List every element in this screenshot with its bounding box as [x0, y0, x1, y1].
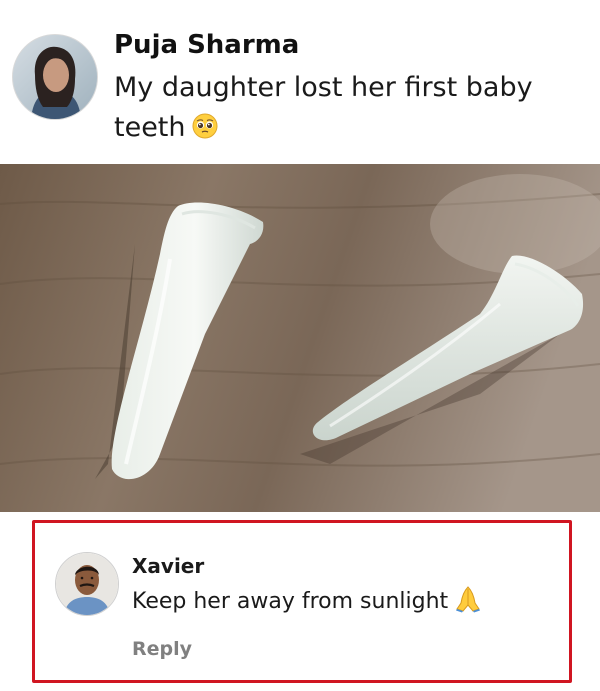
comment-author-name[interactable]: Xavier — [132, 554, 204, 578]
comment-body: Keep her away from sunlight — [132, 585, 482, 614]
author-avatar[interactable] — [12, 34, 98, 120]
commenter-avatar[interactable] — [55, 552, 119, 616]
avatar-portrait-icon — [13, 35, 97, 119]
reply-button[interactable]: Reply — [132, 638, 192, 660]
post-caption: My daughter lost her first baby teeth — [114, 68, 584, 148]
pleading-face-icon — [192, 111, 218, 139]
comment-body-text: Keep her away from sunlight — [132, 589, 449, 614]
folded-hands-icon — [454, 585, 482, 613]
post-author-name[interactable]: Puja Sharma — [114, 30, 299, 60]
comment-highlight-box: Xavier Keep her away from sunlight Reply — [32, 520, 572, 683]
post-header: Puja Sharma My daughter lost her first b… — [0, 0, 600, 164]
avatar-portrait-icon — [56, 553, 118, 615]
post-caption-text: My daughter lost her first baby teeth — [114, 72, 533, 143]
post-page: Puja Sharma My daughter lost her first b… — [0, 0, 600, 691]
teeth-photo-image — [0, 164, 600, 512]
post-photo[interactable] — [0, 164, 600, 512]
